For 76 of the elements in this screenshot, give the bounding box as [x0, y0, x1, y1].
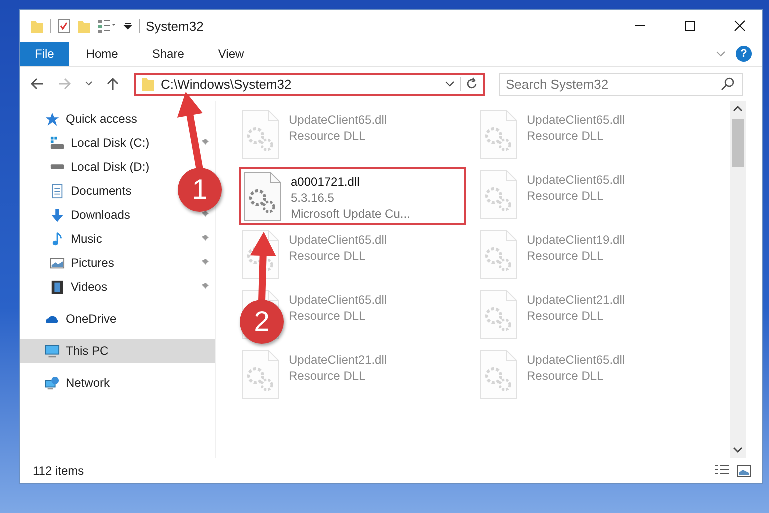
- file-name: UpdateClient19.dll: [527, 232, 626, 248]
- dll-file-icon: [479, 110, 519, 160]
- close-icon[interactable]: [734, 20, 746, 32]
- properties-icon[interactable]: [97, 18, 117, 34]
- sidebar-item[interactable]: Pictures: [20, 251, 170, 275]
- item-count: 112 items: [33, 464, 84, 478]
- expand-ribbon-icon[interactable]: [716, 49, 726, 59]
- monitor-icon: [45, 344, 60, 358]
- address-path: C:\Windows\System32: [161, 76, 293, 92]
- sidebar-item[interactable]: Local Disk (C:): [20, 131, 170, 155]
- dll-file-icon: [479, 230, 519, 280]
- sidebar-item[interactable]: Network: [20, 371, 215, 395]
- dll-file-icon: [241, 350, 281, 400]
- sidebar-item[interactable]: Downloads: [20, 203, 170, 227]
- dll-file-icon: [241, 110, 281, 160]
- file-detail: Resource DLL: [289, 248, 367, 264]
- sidebar-item[interactable]: OneDrive: [20, 307, 215, 331]
- file-detail: Resource DLL: [289, 368, 367, 384]
- file-detail: 5.3.16.5: [291, 190, 336, 206]
- file-name: UpdateClient65.dll: [289, 112, 388, 128]
- file-name: UpdateClient21.dll: [289, 352, 388, 368]
- file-name: a0001721.dll: [291, 174, 361, 190]
- music-note-icon: [50, 232, 65, 246]
- search-field[interactable]: Search System32: [499, 72, 743, 96]
- dll-file-icon: [479, 170, 519, 220]
- search-icon: [721, 76, 735, 90]
- file-name: UpdateClient65.dll: [289, 292, 388, 308]
- file-detail: Microsoft Update Cu...: [291, 206, 410, 222]
- file-name: UpdateClient65.dll: [527, 112, 626, 128]
- help-button[interactable]: ?: [736, 46, 752, 62]
- film-icon: [50, 280, 65, 294]
- maximize-icon[interactable]: [684, 20, 696, 32]
- drive-icon: [50, 164, 65, 170]
- dll-file-icon: [479, 350, 519, 400]
- checklist-icon[interactable]: [57, 18, 71, 34]
- sidebar-item[interactable]: Quick access: [20, 107, 215, 131]
- scrollbar-thumb[interactable]: [732, 119, 744, 167]
- document-icon: [50, 184, 65, 198]
- details-view-icon[interactable]: [714, 464, 730, 478]
- file-detail: Resource DLL: [527, 188, 605, 204]
- dll-file-icon: [243, 172, 283, 222]
- drive-icon: [50, 136, 65, 150]
- address-bar[interactable]: C:\Windows\System32: [134, 72, 485, 96]
- picture-frame-icon: [50, 256, 65, 270]
- back-arrow-icon[interactable]: [30, 77, 44, 91]
- caret-icon[interactable]: [445, 79, 455, 89]
- file-name: UpdateClient65.dll: [527, 172, 626, 188]
- up-arrow-icon[interactable]: [106, 77, 120, 91]
- network-icon: [45, 376, 60, 390]
- sidebar-item[interactable]: Music: [20, 227, 170, 251]
- sidebar-item[interactable]: This PC: [20, 339, 215, 363]
- sidebar-item[interactable]: Local Disk (D:): [20, 155, 170, 179]
- large-icons-view-icon[interactable]: [736, 464, 752, 478]
- customize-dropdown-icon[interactable]: [123, 21, 133, 31]
- download-arrow-icon: [50, 208, 65, 222]
- star-icon: [45, 112, 60, 126]
- file-tile[interactable]: a0001721.dll 5.3.16.5 Microsoft Update Cu...: [239, 167, 466, 225]
- file-detail: Resource DLL: [527, 308, 605, 324]
- ribbon-tab[interactable]: Share: [135, 42, 202, 66]
- annotation-arrow: [250, 232, 276, 302]
- folder-icon: [141, 76, 155, 92]
- file-name: UpdateClient65.dll: [527, 352, 626, 368]
- window-title: System32: [146, 18, 204, 34]
- file-menu-tab[interactable]: File: [20, 42, 70, 66]
- file-detail: Resource DLL: [527, 128, 605, 144]
- file-name: UpdateClient65.dll: [289, 232, 388, 248]
- file-detail: Resource DLL: [527, 368, 605, 384]
- ribbon-tab[interactable]: Home: [69, 42, 136, 66]
- file-detail: Resource DLL: [289, 128, 367, 144]
- ribbon-tab[interactable]: View: [201, 42, 262, 66]
- file-detail: Resource DLL: [527, 248, 605, 264]
- file-name: UpdateClient21.dll: [527, 292, 626, 308]
- file-detail: Resource DLL: [289, 308, 367, 324]
- dll-file-icon: [479, 290, 519, 340]
- sidebar-item[interactable]: Videos: [20, 275, 170, 299]
- sidebar-item[interactable]: Documents: [20, 179, 170, 203]
